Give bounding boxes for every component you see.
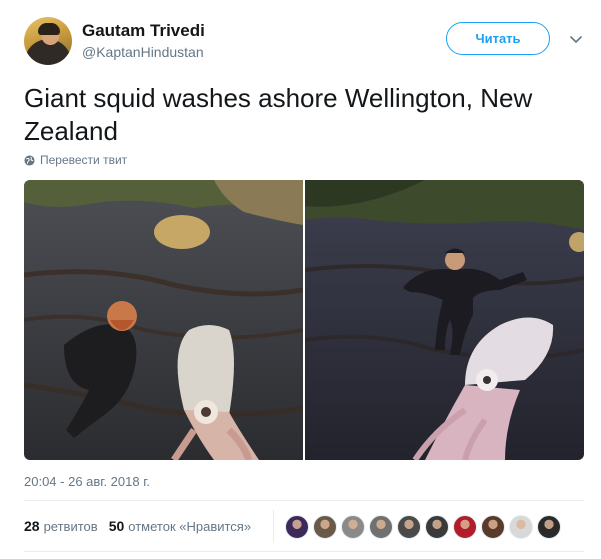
- retweets-count: 28: [24, 518, 40, 534]
- follow-button[interactable]: Читать: [446, 22, 550, 55]
- retweets-label: ретвитов: [43, 519, 98, 534]
- liker-avatar[interactable]: [509, 515, 533, 539]
- translate-label: Перевести твит: [40, 153, 128, 167]
- liker-avatar[interactable]: [481, 515, 505, 539]
- tweet-stats: 28 ретвитов 50 отметок «Нравится»: [24, 518, 262, 534]
- likes-stat[interactable]: 50 отметок «Нравится»: [109, 518, 251, 534]
- liker-avatar[interactable]: [285, 515, 309, 539]
- divider-top: [24, 500, 584, 501]
- tweet-text: Giant squid washes ashore Wellington, Ne…: [24, 83, 533, 146]
- liker-avatar[interactable]: [397, 515, 421, 539]
- liker-avatar[interactable]: [369, 515, 393, 539]
- photo-2[interactable]: [305, 180, 584, 460]
- photo-1-image: [24, 180, 303, 460]
- liker-avatar[interactable]: [341, 515, 365, 539]
- photo-1[interactable]: [24, 180, 303, 460]
- author-avatar[interactable]: [24, 17, 72, 65]
- stats-separator: [273, 510, 274, 543]
- liker-avatars: [285, 515, 565, 539]
- divider-bottom: [24, 551, 584, 552]
- author-handle[interactable]: @KaptanHindustan: [82, 44, 204, 60]
- likes-count: 50: [108, 518, 125, 534]
- tweet-timestamp[interactable]: 20:04 - 26 авг. 2018 г.: [24, 474, 150, 489]
- translate-tweet-link[interactable]: Перевести твит: [24, 153, 127, 167]
- photo-2-image: [305, 180, 584, 460]
- liker-avatar[interactable]: [313, 515, 337, 539]
- liker-avatar[interactable]: [537, 515, 561, 539]
- chevron-down-icon[interactable]: [568, 31, 584, 47]
- globe-icon: [24, 154, 35, 166]
- author-display-name[interactable]: Gautam Trivedi: [82, 21, 205, 41]
- liker-avatar[interactable]: [425, 515, 449, 539]
- tweet-header: Gautam Trivedi @KaptanHindustan Читать: [24, 17, 584, 67]
- tweet-media: [24, 180, 584, 460]
- liker-avatar[interactable]: [453, 515, 477, 539]
- likes-label: отметок «Нравится»: [128, 519, 252, 534]
- avatar-hair: [38, 23, 60, 35]
- retweets-stat[interactable]: 28 ретвитов: [24, 518, 98, 534]
